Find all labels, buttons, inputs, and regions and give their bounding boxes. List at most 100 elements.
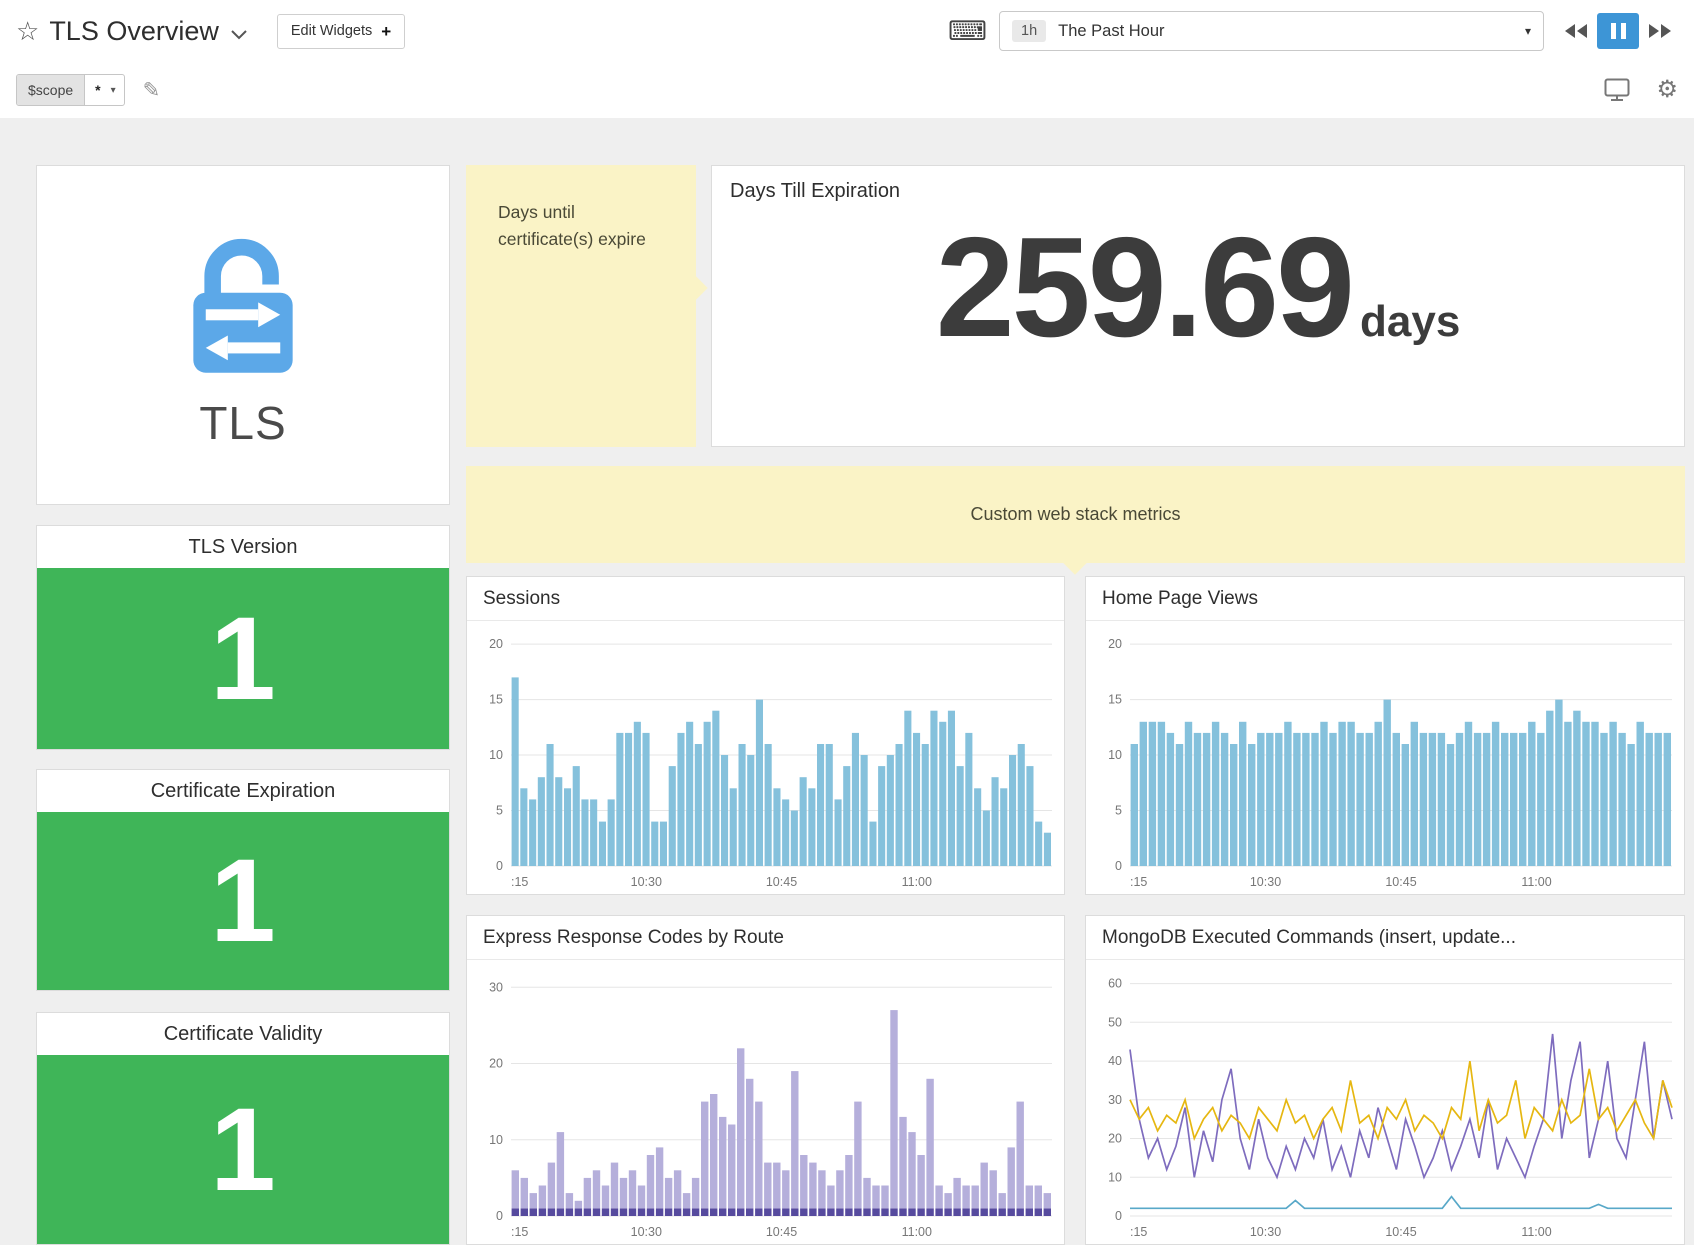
svg-text::15: :15 — [511, 875, 528, 889]
pause-icon — [1611, 23, 1616, 39]
certificate-validity-widget: Certificate Validity 1 — [36, 1012, 450, 1245]
svg-text:0: 0 — [496, 1209, 503, 1223]
svg-text:5: 5 — [1115, 804, 1122, 818]
svg-text:10:45: 10:45 — [766, 875, 797, 889]
note-text: Days until certificate(s) expire — [498, 202, 646, 249]
svg-text:20: 20 — [1108, 637, 1122, 651]
svg-text:11:00: 11:00 — [1521, 1225, 1551, 1239]
edit-pencil-icon[interactable]: ✎ — [143, 78, 161, 103]
sessions-chart[interactable]: 0 5 10 15 20 :15 10:30 10:45 11:00 — [467, 621, 1064, 894]
svg-text:50: 50 — [1108, 1015, 1122, 1029]
express-response-codes-widget: Express Response Codes by Route 0 10 20 30:… — [466, 915, 1065, 1245]
svg-text:11:00: 11:00 — [1521, 875, 1551, 889]
svg-text:20: 20 — [489, 1057, 503, 1071]
chevron-down-icon: ▾ — [111, 85, 124, 96]
query-value: 259.69 days — [712, 217, 1684, 359]
svg-text:30: 30 — [489, 980, 503, 994]
tls-lock-icon — [158, 221, 328, 386]
note-days-until-expire: Days until certificate(s) expire — [466, 165, 696, 447]
svg-text:10:30: 10:30 — [631, 1225, 662, 1239]
time-range-badge: 1h — [1012, 20, 1046, 42]
svg-text:10:30: 10:30 — [1250, 875, 1281, 889]
widget-title: Certificate Expiration — [37, 770, 449, 812]
playback-controls — [1558, 13, 1678, 49]
title-chevron-down-icon[interactable] — [231, 30, 247, 40]
status-green-panel: 1 — [37, 1055, 449, 1244]
widget-title: Certificate Validity — [37, 1013, 449, 1055]
tv-mode-icon[interactable] — [1604, 78, 1630, 102]
status-green-panel: 1 — [37, 812, 449, 990]
status-green-panel: 1 — [37, 568, 449, 749]
note-text: Custom web stack metrics — [970, 501, 1180, 529]
svg-text:10:30: 10:30 — [1250, 1225, 1281, 1239]
favorite-star-icon[interactable]: ☆ — [16, 18, 39, 44]
note-arrow-right — [682, 275, 707, 300]
days-till-expiration-widget: Days Till Expiration 259.69 days — [711, 165, 1685, 447]
svg-text:0: 0 — [496, 859, 503, 873]
svg-text:20: 20 — [1108, 1132, 1122, 1146]
tls-version-widget: TLS Version 1 — [36, 525, 450, 750]
certificate-expiration-widget: Certificate Expiration 1 — [36, 769, 450, 991]
certificate-expiration-value: 1 — [210, 842, 276, 960]
chart-title: MongoDB Executed Commands (insert, updat… — [1086, 916, 1684, 960]
svg-text:10: 10 — [489, 748, 503, 762]
note-arrow-down — [1062, 549, 1087, 574]
edit-widgets-label: Edit Widgets — [291, 23, 372, 39]
chart-title: Sessions — [467, 577, 1064, 621]
dashboard-grid: TLS TLS Version 1 Certificate Expiration… — [0, 118, 1694, 1245]
sessions-widget: Sessions 0 5 10 15 20 :15 10:30 10:45 11:00 — [466, 576, 1065, 895]
plus-icon: + — [381, 23, 391, 40]
svg-text:40: 40 — [1108, 1054, 1122, 1068]
pause-button[interactable] — [1597, 13, 1639, 49]
svg-text:15: 15 — [1108, 693, 1122, 707]
tls-version-value: 1 — [210, 600, 276, 718]
svg-text:15: 15 — [489, 693, 503, 707]
scope-variable-value: * — [85, 75, 110, 105]
time-range-label: The Past Hour — [1058, 22, 1164, 41]
svg-text::15: :15 — [511, 1225, 528, 1239]
edit-widgets-button[interactable]: Edit Widgets + — [277, 14, 405, 49]
svg-text:10:45: 10:45 — [1385, 875, 1416, 889]
scope-variable-label: $scope — [17, 75, 85, 105]
days-unit: days — [1360, 297, 1460, 347]
svg-text:10:45: 10:45 — [766, 1225, 797, 1239]
certificate-validity-value: 1 — [210, 1091, 276, 1209]
chevron-down-icon: ▾ — [1525, 24, 1531, 38]
svg-text:20: 20 — [489, 637, 503, 651]
mongodb-commands-chart[interactable]: 0 10 20 30 40 50 60 :15 10:30 10:45 11:00 — [1086, 960, 1684, 1244]
tls-logo-label: TLS — [199, 396, 286, 450]
template-variable-bar: $scope * ▾ ✎ ⚙ — [0, 62, 1694, 118]
rewind-button[interactable] — [1558, 17, 1594, 45]
keyboard-shortcuts-icon[interactable]: ⌨ — [948, 18, 987, 45]
svg-text:10: 10 — [1108, 748, 1122, 762]
svg-text:10:45: 10:45 — [1385, 1225, 1416, 1239]
svg-text:11:00: 11:00 — [902, 875, 932, 889]
svg-text:10: 10 — [1108, 1170, 1122, 1184]
svg-text:0: 0 — [1115, 859, 1122, 873]
svg-text::15: :15 — [1130, 1225, 1147, 1239]
svg-text::15: :15 — [1130, 875, 1147, 889]
express-response-codes-chart[interactable]: 0 10 20 30 :15 10:30 10:45 11:00 — [467, 960, 1064, 1244]
svg-text:5: 5 — [496, 804, 503, 818]
home-page-views-widget: Home Page Views 0 5 10 15 20 :15 10:30 10:45 11:… — [1085, 576, 1685, 895]
page-title: TLS Overview — [49, 16, 219, 47]
chart-title: Home Page Views — [1086, 577, 1684, 621]
svg-text:60: 60 — [1108, 977, 1122, 991]
home-page-views-chart[interactable]: 0 5 10 15 20 :15 10:30 10:45 11:00 — [1086, 621, 1684, 894]
days-number: 259.69 — [936, 217, 1352, 359]
widget-title: TLS Version — [37, 526, 449, 568]
svg-text:0: 0 — [1115, 1209, 1122, 1223]
svg-text:10: 10 — [489, 1133, 503, 1147]
top-bar: ☆ TLS Overview Edit Widgets + ⌨ 1h The P… — [0, 0, 1694, 62]
tls-logo-widget: TLS — [36, 165, 450, 505]
chart-title: Express Response Codes by Route — [467, 916, 1064, 960]
mongodb-commands-widget: MongoDB Executed Commands (insert, updat… — [1085, 915, 1685, 1245]
time-range-selector[interactable]: 1h The Past Hour ▾ — [999, 11, 1544, 51]
svg-text:11:00: 11:00 — [902, 1225, 932, 1239]
scope-selector[interactable]: $scope * ▾ — [16, 74, 125, 106]
svg-text:30: 30 — [1108, 1093, 1122, 1107]
note-custom-web-stack: Custom web stack metrics — [466, 466, 1685, 563]
svg-text:10:30: 10:30 — [631, 875, 662, 889]
fast-forward-button[interactable] — [1642, 17, 1678, 45]
settings-gear-icon[interactable]: ⚙ — [1656, 78, 1678, 102]
